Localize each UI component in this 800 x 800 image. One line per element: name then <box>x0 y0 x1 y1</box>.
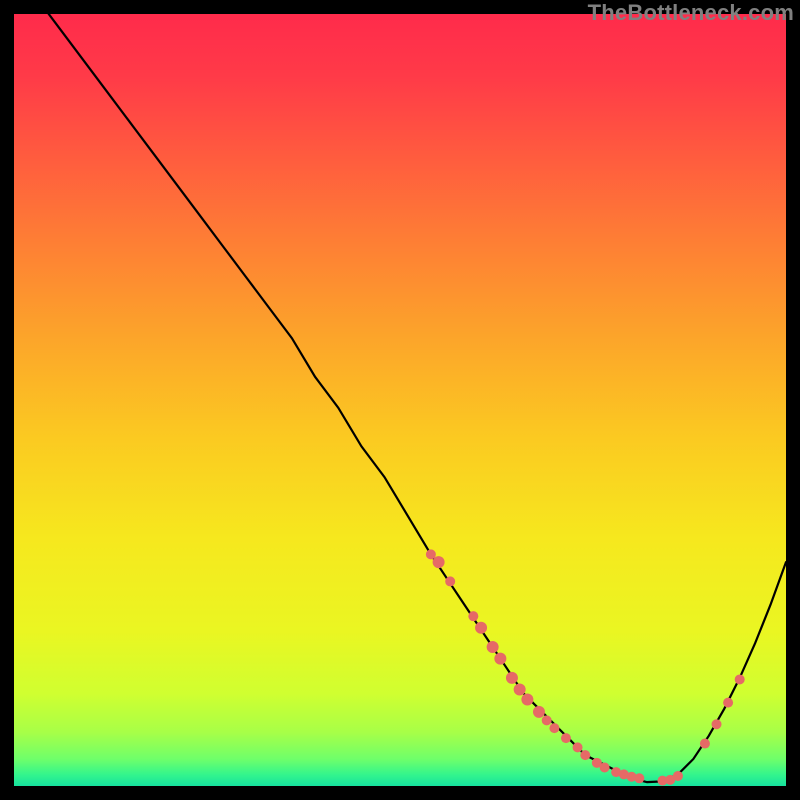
chart-surface <box>14 14 786 786</box>
plot-area <box>14 14 786 786</box>
data-point <box>542 715 552 725</box>
data-point <box>487 641 499 653</box>
data-point <box>561 733 571 743</box>
data-point <box>475 622 487 634</box>
data-point <box>494 653 506 665</box>
data-point <box>514 684 526 696</box>
data-point <box>700 739 710 749</box>
data-point <box>533 706 545 718</box>
data-point <box>723 698 733 708</box>
data-point <box>549 723 559 733</box>
data-point <box>673 771 683 781</box>
data-point <box>506 672 518 684</box>
data-point <box>600 762 610 772</box>
data-point <box>521 694 533 706</box>
data-point <box>433 556 445 568</box>
chart-outer: TheBottleneck.com <box>0 0 800 800</box>
data-point <box>712 719 722 729</box>
gradient-background <box>14 14 786 786</box>
data-point <box>735 674 745 684</box>
data-point <box>573 742 583 752</box>
data-point <box>580 750 590 760</box>
watermark: TheBottleneck.com <box>588 0 794 26</box>
data-point <box>445 576 455 586</box>
data-point <box>634 773 644 783</box>
data-point <box>468 611 478 621</box>
